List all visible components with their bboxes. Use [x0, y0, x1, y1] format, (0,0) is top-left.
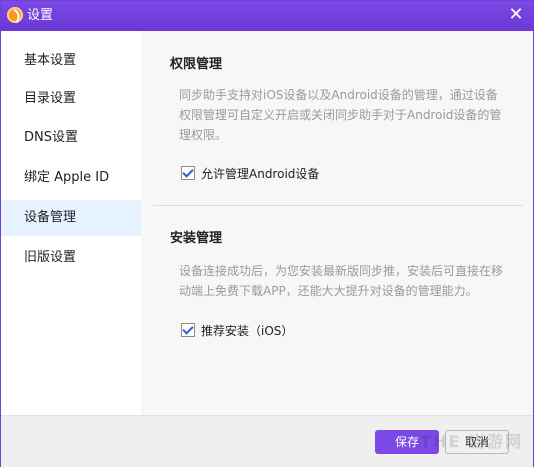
sidebar-item-basic[interactable]: 基本设置 [1, 43, 141, 79]
settings-window: 设置 ✕ 基本设置 目录设置 DNS设置 绑定 Apple ID 设备管理 旧版… [0, 0, 534, 467]
title-bar: 设置 ✕ [1, 1, 533, 31]
section-divider [153, 205, 523, 206]
allow-android-management-label: 允许管理Android设备 [201, 166, 320, 181]
checkbox-checked-icon[interactable] [181, 166, 195, 180]
recommend-install-ios-checkbox[interactable]: 推荐安装（iOS） [181, 321, 293, 339]
sidebar: 基本设置 目录设置 DNS设置 绑定 Apple ID 设备管理 旧版设置 [1, 31, 141, 415]
app-logo-icon [7, 7, 23, 23]
recommend-install-ios-label: 推荐安装（iOS） [201, 323, 294, 338]
sidebar-item-label: 设备管理 [24, 210, 77, 225]
sidebar-item-dns[interactable]: DNS设置 [1, 120, 141, 156]
sidebar-item-label: 基本设置 [24, 53, 77, 68]
install-description: 设备连接成功后，为您安装最新版同步推，安装后可直接在移动端上免费下载APP，还能… [179, 264, 504, 298]
sidebar-item-label: 绑定 Apple ID [24, 170, 110, 185]
sidebar-item-device-management[interactable]: 设备管理 [1, 200, 141, 236]
allow-android-management-checkbox[interactable]: 允许管理Android设备 [181, 164, 319, 182]
sidebar-item-legacy[interactable]: 旧版设置 [1, 240, 141, 276]
footer-bar: 保存 取消 THE 当游网 [1, 415, 533, 467]
sidebar-item-label: 目录设置 [24, 91, 77, 106]
install-section-title: 安装管理 [170, 231, 223, 246]
sidebar-item-label: DNS设置 [24, 130, 78, 145]
window-title: 设置 [27, 8, 54, 23]
sidebar-item-apple-id[interactable]: 绑定 Apple ID [1, 160, 141, 196]
close-icon[interactable]: ✕ [507, 6, 525, 24]
settings-content: 权限管理 同步助手支持对iOS设备以及Android设备的管理，通过设备权限管理… [141, 31, 533, 415]
sidebar-item-directory[interactable]: 目录设置 [1, 81, 141, 117]
sidebar-item-label: 旧版设置 [24, 250, 77, 265]
watermark-logo: THE 当游网 [420, 432, 523, 451]
permissions-description: 同步助手支持对iOS设备以及Android设备的管理，通过设备权限管理可自定义开… [179, 88, 502, 142]
permissions-section-title: 权限管理 [170, 57, 223, 72]
checkbox-checked-icon[interactable] [181, 323, 195, 337]
